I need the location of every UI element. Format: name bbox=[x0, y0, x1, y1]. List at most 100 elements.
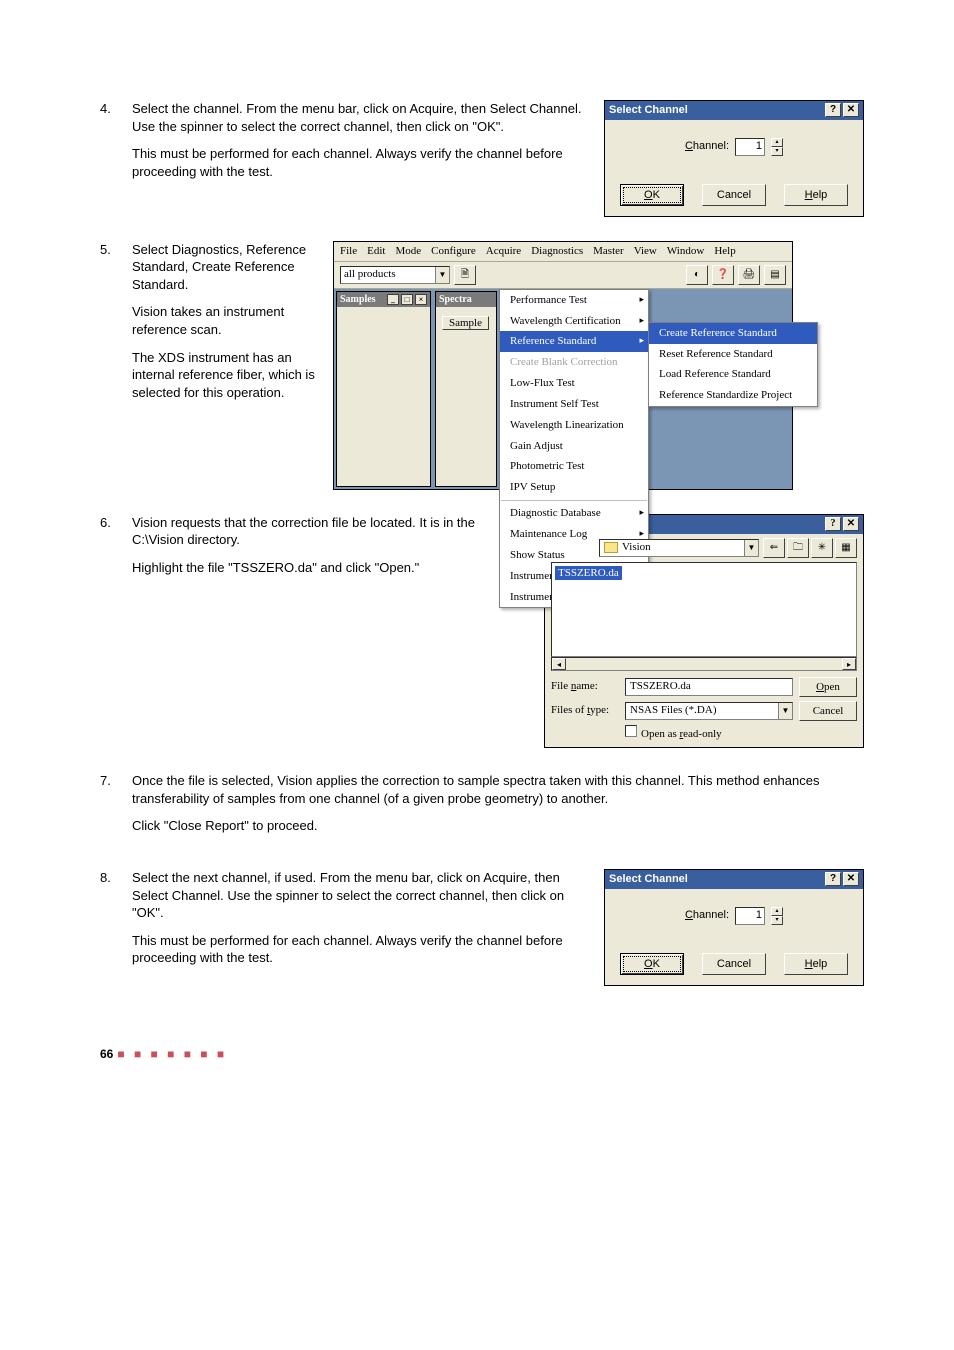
smi-refstd-project[interactable]: Reference Standardize Project bbox=[649, 385, 817, 406]
menu-help[interactable]: Help bbox=[714, 244, 735, 259]
cancel-button[interactable]: Cancel bbox=[702, 184, 766, 206]
step-text: Once the file is selected, Vision applie… bbox=[132, 772, 864, 807]
close-icon[interactable]: ✕ bbox=[843, 872, 859, 886]
footer-dots: ■ ■ ■ ■ ■ ■ ■ bbox=[117, 1046, 227, 1062]
mi-ipv[interactable]: IPV Setup bbox=[500, 477, 648, 498]
mi-gain[interactable]: Gain Adjust bbox=[500, 436, 648, 457]
spinner-up-icon[interactable]: ▴ bbox=[771, 907, 783, 916]
step-6: 6. Vision requests that the correction f… bbox=[100, 514, 864, 749]
step-5: 5. Select Diagnostics, Reference Standar… bbox=[100, 241, 864, 490]
mi-reference-standard[interactable]: Reference Standard bbox=[500, 331, 648, 352]
scroll-right-icon[interactable]: ▸ bbox=[842, 658, 856, 670]
mi-selftest[interactable]: Instrument Self Test bbox=[500, 394, 648, 415]
refstd-submenu: Create Reference Standard Reset Referenc… bbox=[648, 322, 818, 407]
mi-diag-db[interactable]: Diagnostic Database bbox=[500, 503, 648, 524]
toolbar-help-icon[interactable]: ❓ bbox=[712, 265, 734, 285]
file-item-selected[interactable]: TSSZERO.da bbox=[555, 566, 622, 581]
up-folder-icon[interactable]: 🗀 bbox=[787, 538, 809, 558]
smi-create-refstd[interactable]: Create Reference Standard bbox=[649, 323, 817, 344]
maximize-icon[interactable]: □ bbox=[401, 294, 413, 305]
mi-linearization[interactable]: Wavelength Linearization bbox=[500, 415, 648, 436]
close-icon[interactable]: ✕ bbox=[843, 103, 859, 117]
step-number: 7. bbox=[100, 772, 132, 845]
vision-app-window: File Edit Mode Configure Acquire Diagnos… bbox=[333, 241, 793, 490]
horizontal-scrollbar[interactable]: ◂ ▸ bbox=[551, 657, 857, 671]
views-icon[interactable]: ▦ bbox=[835, 538, 857, 558]
dialog-titlebar[interactable]: Select Channel ? ✕ bbox=[605, 870, 863, 889]
menu-mode[interactable]: Mode bbox=[395, 244, 421, 259]
step-text: This must be performed for each channel.… bbox=[132, 932, 588, 967]
filetype-combo[interactable]: NSAS Files (*.DA)▼ bbox=[625, 702, 793, 720]
help-button[interactable]: Help bbox=[784, 184, 848, 206]
step-8: 8. Select the next channel, if used. Fro… bbox=[100, 869, 864, 986]
help-button[interactable]: Help bbox=[784, 953, 848, 975]
menu-edit[interactable]: Edit bbox=[367, 244, 385, 259]
step-text: Highlight the file "TSSZERO.da" and clic… bbox=[132, 559, 528, 577]
toolbar-lamp-icon[interactable]: ◐ bbox=[686, 265, 708, 285]
close-icon[interactable]: × bbox=[415, 294, 427, 305]
help-icon[interactable]: ? bbox=[825, 872, 841, 886]
filename-input[interactable]: TSSZERO.da bbox=[625, 678, 793, 696]
new-folder-icon[interactable]: ✳ bbox=[811, 538, 833, 558]
step-text: Click "Close Report" to proceed. bbox=[132, 817, 864, 835]
menu-view[interactable]: View bbox=[634, 244, 657, 259]
minimize-icon[interactable]: _ bbox=[387, 294, 399, 305]
step-number: 6. bbox=[100, 514, 132, 749]
sample-button[interactable]: Sample bbox=[442, 316, 489, 330]
menu-file[interactable]: File bbox=[340, 244, 357, 259]
ok-button[interactable]: OK bbox=[620, 953, 684, 975]
diagnostics-menu: Performance Test Wavelength Certificatio… bbox=[499, 289, 649, 609]
channel-spinner[interactable]: 1 bbox=[735, 907, 765, 925]
channel-spinner[interactable]: 1 bbox=[735, 138, 765, 156]
ok-button[interactable]: OK bbox=[620, 184, 684, 206]
mi-photometric[interactable]: Photometric Test bbox=[500, 456, 648, 477]
smi-reset-refstd[interactable]: Reset Reference Standard bbox=[649, 344, 817, 365]
dialog-titlebar[interactable]: Select Channel ? ✕ bbox=[605, 101, 863, 120]
scroll-left-icon[interactable]: ◂ bbox=[552, 658, 566, 670]
step-text: Select the channel. From the menu bar, c… bbox=[132, 100, 588, 135]
filename-label: File name: bbox=[551, 679, 619, 694]
toolbar-sheet-icon[interactable]: ▤ bbox=[764, 265, 786, 285]
spinner-up-icon[interactable]: ▴ bbox=[771, 138, 783, 147]
step-text: This must be performed for each channel.… bbox=[132, 145, 588, 180]
file-list-pane[interactable]: TSSZERO.da bbox=[551, 562, 857, 657]
help-icon[interactable]: ? bbox=[825, 517, 841, 531]
smi-load-refstd[interactable]: Load Reference Standard bbox=[649, 364, 817, 385]
product-combo[interactable]: all products▼ bbox=[340, 266, 450, 284]
menu-master[interactable]: Master bbox=[593, 244, 624, 259]
dialog-title: Select Channel bbox=[609, 872, 823, 887]
page-number: 66 bbox=[100, 1046, 113, 1062]
close-icon[interactable]: ✕ bbox=[843, 517, 859, 531]
step-number: 4. bbox=[100, 100, 132, 217]
mi-lowflux[interactable]: Low-Flux Test bbox=[500, 373, 648, 394]
folder-icon bbox=[604, 542, 618, 553]
spinner-down-icon[interactable]: ▾ bbox=[771, 916, 783, 925]
readonly-checkbox[interactable]: Open as read-only bbox=[625, 725, 722, 742]
menu-acquire[interactable]: Acquire bbox=[486, 244, 521, 259]
step-text: Select the next channel, if used. From t… bbox=[132, 869, 588, 922]
cancel-button[interactable]: Cancel bbox=[799, 701, 857, 721]
page-footer: 66 ■ ■ ■ ■ ■ ■ ■ bbox=[100, 1046, 864, 1062]
mi-wavelength-cert[interactable]: Wavelength Certification bbox=[500, 311, 648, 332]
menu-configure[interactable]: Configure bbox=[431, 244, 476, 259]
step-4: 4. Select the channel. From the menu bar… bbox=[100, 100, 864, 217]
back-icon[interactable]: ⇐ bbox=[763, 538, 785, 558]
cancel-button[interactable]: Cancel bbox=[702, 953, 766, 975]
channel-label: Channel: bbox=[685, 139, 729, 154]
dialog-title: Select Channel bbox=[609, 103, 823, 118]
menu-diagnostics[interactable]: Diagnostics bbox=[531, 244, 583, 259]
lookin-combo[interactable]: Vision▼ bbox=[599, 539, 759, 557]
toolbar-print-icon[interactable]: 🖨 bbox=[738, 265, 760, 285]
step-number: 8. bbox=[100, 869, 132, 986]
step-text: Select Diagnostics, Reference Standard, … bbox=[132, 241, 317, 294]
step-text: Vision takes an instrument reference sca… bbox=[132, 303, 317, 338]
menubar: File Edit Mode Configure Acquire Diagnos… bbox=[334, 242, 792, 262]
toolbar-doc-icon[interactable]: 🗎 bbox=[454, 265, 476, 285]
mi-performance[interactable]: Performance Test bbox=[500, 290, 648, 311]
spinner-down-icon[interactable]: ▾ bbox=[771, 147, 783, 156]
step-text: Vision requests that the correction file… bbox=[132, 514, 528, 549]
open-button[interactable]: Open bbox=[799, 677, 857, 697]
menu-window[interactable]: Window bbox=[667, 244, 704, 259]
step-number: 5. bbox=[100, 241, 132, 490]
help-icon[interactable]: ? bbox=[825, 103, 841, 117]
